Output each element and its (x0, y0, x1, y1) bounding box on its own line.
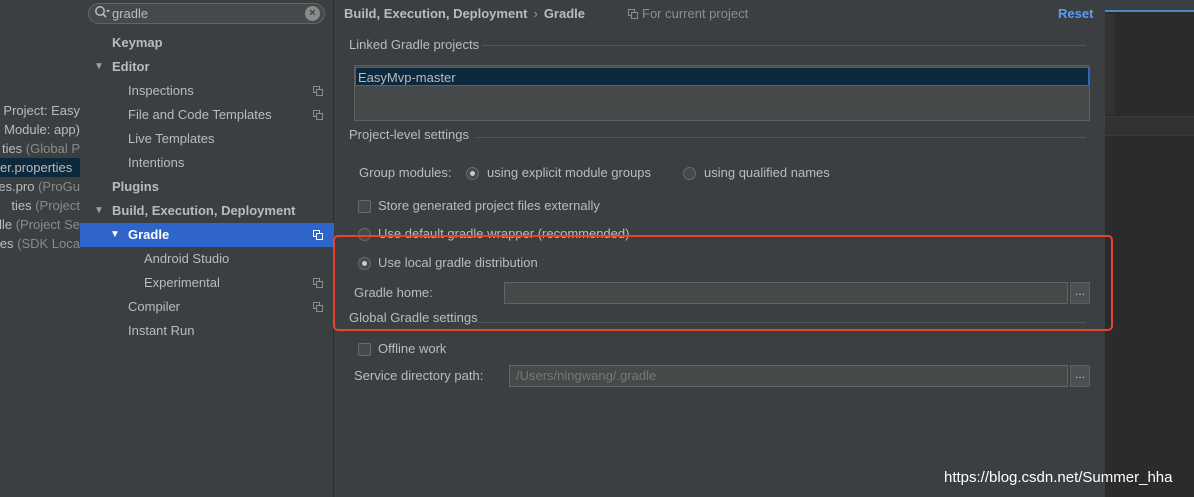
service-dir-label: Service directory path: (354, 368, 484, 383)
bg-tree-item: es (SDK Loca (0, 236, 80, 251)
radio-qualified-names-label[interactable]: using qualified names (704, 163, 830, 183)
project-scope-icon (313, 302, 323, 312)
sidebar-item-compiler[interactable]: Compiler (80, 295, 334, 319)
service-dir-browse-button[interactable]: ... (1070, 365, 1090, 387)
background-editor (1105, 0, 1194, 497)
section-divider (476, 137, 1086, 138)
sidebar-item-keymap[interactable]: Keymap (80, 31, 334, 55)
background-project-tree: Project: Easy Module: app) ties (Global … (0, 0, 80, 497)
highlight-annotation-box (333, 235, 1113, 331)
clear-search-icon[interactable]: × (305, 6, 320, 21)
section-divider (482, 45, 1086, 46)
breadcrumb-parent[interactable]: Build, Execution, Deployment (344, 6, 527, 21)
section-title-linked: Linked Gradle projects (349, 37, 480, 52)
sidebar-item-intentions[interactable]: Intentions (80, 151, 334, 175)
bg-tree-item: Project: Easy (3, 103, 80, 118)
sidebar-item-instant-run[interactable]: Instant Run (80, 319, 334, 343)
sidebar-item-editor[interactable]: ▼ Editor (80, 55, 334, 79)
bg-tree-item: dle (Project Se (0, 217, 80, 232)
breadcrumb-current: Gradle (543, 6, 585, 21)
expand-arrow-icon[interactable]: ▼ (110, 223, 120, 247)
bg-tree-item: ties (Project (11, 198, 80, 213)
expand-arrow-icon[interactable]: ▼ (94, 55, 104, 79)
bg-tree-item: es.pro (ProGu (0, 179, 80, 194)
bg-editor-strip (1105, 116, 1194, 136)
sidebar-item-inspections[interactable]: Inspections (80, 79, 334, 103)
watermark: https://blog.csdn.net/Summer_hha (944, 469, 1173, 486)
bg-tree-item: Module: app) (4, 122, 80, 137)
sidebar-item-plugins[interactable]: Plugins (80, 175, 334, 199)
bg-tree-item: ties (Global P (1, 141, 80, 156)
bg-editor-gutter (1105, 14, 1115, 114)
project-scope-icon (313, 110, 323, 120)
radio-qualified-names[interactable] (683, 167, 696, 180)
bg-editor-tabbar (1105, 0, 1194, 12)
checkbox-offline-work[interactable] (358, 343, 371, 356)
reset-link[interactable]: Reset (1058, 4, 1093, 24)
project-scope-icon (313, 278, 323, 288)
search-icon[interactable] (94, 5, 110, 21)
radio-explicit-groups-label[interactable]: using explicit module groups (487, 163, 651, 183)
offline-work-label[interactable]: Offline work (378, 339, 446, 359)
section-title-project-level: Project-level settings (349, 127, 469, 142)
project-scope-note: For current project (628, 4, 748, 24)
expand-arrow-icon[interactable]: ▼ (94, 199, 104, 223)
sidebar-item-file-templates[interactable]: File and Code Templates (80, 103, 334, 127)
sidebar-item-build[interactable]: ▼ Build, Execution, Deployment (80, 199, 334, 223)
sidebar-item-gradle[interactable]: ▼ Gradle (80, 223, 334, 247)
project-scope-icon (313, 230, 323, 240)
project-scope-icon (313, 86, 323, 96)
bg-tree-item-selected: er.properties (0, 158, 80, 177)
service-dir-input[interactable]: /Users/ningwang/.gradle (509, 365, 1068, 387)
radio-explicit-groups[interactable] (466, 167, 479, 180)
list-item[interactable]: EasyMvp-master (355, 67, 1089, 86)
breadcrumb-separator: › (533, 6, 538, 21)
sidebar-item-android-studio[interactable]: Android Studio (80, 247, 334, 271)
checkbox-store-externally[interactable] (358, 200, 371, 213)
project-scope-icon (628, 9, 638, 19)
store-externally-label[interactable]: Store generated project files externally (378, 196, 600, 216)
sidebar-item-live-templates[interactable]: Live Templates (80, 127, 334, 151)
linked-projects-list[interactable]: EasyMvp-master (354, 65, 1090, 121)
group-modules-label: Group modules: (359, 165, 452, 180)
sidebar-item-experimental[interactable]: Experimental (80, 271, 334, 295)
breadcrumb: Build, Execution, Deployment › Gradle (344, 4, 585, 24)
search-input[interactable] (112, 4, 302, 23)
